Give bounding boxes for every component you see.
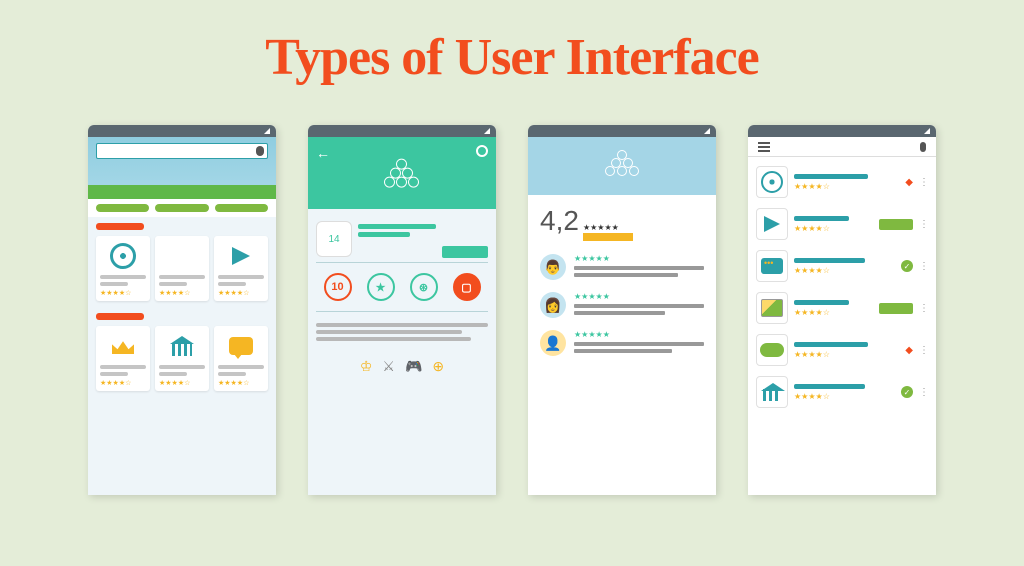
app-header: ← — [308, 137, 496, 209]
list-item[interactable]: ★★★★☆ ✓ ⋮ — [756, 245, 928, 287]
tab-bar — [88, 199, 276, 217]
section-label — [96, 223, 144, 230]
app-card[interactable]: ★★★★☆ — [155, 236, 209, 301]
action-button[interactable] — [879, 303, 913, 314]
status-bar — [308, 125, 496, 137]
bank-icon — [170, 336, 194, 356]
header — [528, 137, 716, 195]
list-item[interactable]: ★★★★☆ ⋮ — [756, 287, 928, 329]
description — [316, 312, 488, 352]
app-card[interactable]: ★★★★☆ — [96, 236, 150, 301]
mic-icon[interactable] — [920, 142, 926, 152]
category-icons: 10 ★ ⊛ ▢ — [316, 263, 488, 312]
install-button[interactable] — [442, 246, 488, 258]
list-item[interactable]: ★★★★☆ ✓ ⋮ — [756, 371, 928, 413]
category-icon[interactable]: 10 — [324, 273, 352, 301]
review-item[interactable]: 👩 ★★★★★ — [540, 292, 704, 318]
chat-icon — [229, 337, 253, 355]
plane-icon — [764, 216, 780, 232]
more-icon[interactable]: ⋮ — [919, 345, 928, 356]
picture-icon — [761, 299, 783, 317]
avatar: 👩 — [540, 292, 566, 318]
review-item[interactable]: 👨 ★★★★★ — [540, 254, 704, 280]
list-item[interactable]: ★★★★☆ ◆ ⋮ — [756, 161, 928, 203]
menu-icon[interactable] — [758, 142, 770, 152]
logo-icon — [382, 159, 422, 195]
toolbar — [748, 137, 936, 157]
more-icon[interactable]: ⋮ — [919, 261, 928, 272]
ball-icon[interactable]: ⊕ — [432, 358, 444, 375]
page-title: Types of User Interface — [0, 0, 1024, 87]
featured-app[interactable]: 14 — [316, 217, 488, 263]
action-button[interactable] — [879, 219, 913, 230]
category-icon[interactable]: ▢ — [453, 273, 481, 301]
search-input[interactable] — [96, 143, 268, 159]
more-icon[interactable]: ⋮ — [919, 387, 928, 398]
avatar: 👨 — [540, 254, 566, 280]
tab-3[interactable] — [215, 204, 268, 212]
more-icon[interactable]: ⋮ — [919, 219, 928, 230]
list-item[interactable]: ★★★★☆ ⋮ — [756, 203, 928, 245]
phone-store-home: ★★★★☆ ★★★★☆ ★★★★☆ ★★★★☆ ★★★★☆ ★★★★☆ — [88, 125, 276, 495]
crown-icon[interactable]: ♔ — [360, 358, 373, 375]
check-icon: ✓ — [901, 260, 913, 272]
app-card[interactable]: ★★★★☆ — [155, 326, 209, 391]
phone-app-list: ★★★★☆ ◆ ⋮ ★★★★☆ ⋮ ★★★★☆ ✓ ⋮ ★★★★☆ ⋮ ★★★★… — [748, 125, 936, 495]
aperture-icon — [110, 243, 136, 269]
phones-row: ★★★★☆ ★★★★☆ ★★★★☆ ★★★★☆ ★★★★☆ ★★★★☆ ← 14 — [0, 125, 1024, 495]
more-icon[interactable]: ⋮ — [919, 177, 928, 188]
swords-icon[interactable]: ⚔ — [382, 358, 395, 375]
list-item[interactable]: ★★★★☆ ◆ ⋮ — [756, 329, 928, 371]
category-icon[interactable]: ★ — [367, 273, 395, 301]
tab-2[interactable] — [155, 204, 208, 212]
app-list: ★★★★☆ ◆ ⋮ ★★★★☆ ⋮ ★★★★☆ ✓ ⋮ ★★★★☆ ⋮ ★★★★… — [748, 157, 936, 417]
avatar: 👤 — [540, 330, 566, 356]
phone-app-detail: ← 14 10 ★ ⊛ ▢ ♔ ⚔ 🎮 — [308, 125, 496, 495]
chat-icon — [761, 258, 783, 274]
badge-icon: ◆ — [905, 177, 913, 188]
review-list: 👨 ★★★★★ 👩 ★★★★★ 👤 ★★★★★ — [528, 254, 716, 356]
review-item[interactable]: 👤 ★★★★★ — [540, 330, 704, 356]
app-thumb: 14 — [316, 221, 352, 257]
app-card[interactable]: ★★★★☆ — [214, 326, 268, 391]
gamepad-icon[interactable]: 🎮 — [405, 358, 422, 375]
tab-1[interactable] — [96, 204, 149, 212]
search-icon[interactable] — [476, 145, 488, 157]
bank-icon — [761, 383, 783, 401]
hero-banner — [88, 137, 276, 199]
badge-icon: ◆ — [905, 345, 913, 356]
crown-icon — [112, 338, 134, 354]
bottom-categories: ♔ ⚔ 🎮 ⊕ — [316, 352, 488, 381]
status-bar — [88, 125, 276, 137]
app-card[interactable]: ★★★★☆ — [96, 326, 150, 391]
back-icon[interactable]: ← — [316, 145, 330, 161]
status-bar — [748, 125, 936, 137]
section-label — [96, 313, 144, 320]
phone-reviews: 4,2 ★★★★★ 👨 ★★★★★ 👩 ★★★★★ 👤 ★★★★★ — [528, 125, 716, 495]
category-icon[interactable]: ⊛ — [410, 273, 438, 301]
plane-icon — [232, 247, 250, 265]
app-card[interactable]: ★★★★☆ — [214, 236, 268, 301]
status-bar — [528, 125, 716, 137]
aperture-icon — [761, 171, 783, 193]
more-icon[interactable]: ⋮ — [919, 303, 928, 314]
mic-icon[interactable] — [256, 146, 264, 156]
check-icon: ✓ — [901, 386, 913, 398]
overall-rating: 4,2 ★★★★★ — [528, 195, 716, 254]
logo-icon — [604, 150, 640, 182]
gamepad-icon — [760, 343, 784, 357]
